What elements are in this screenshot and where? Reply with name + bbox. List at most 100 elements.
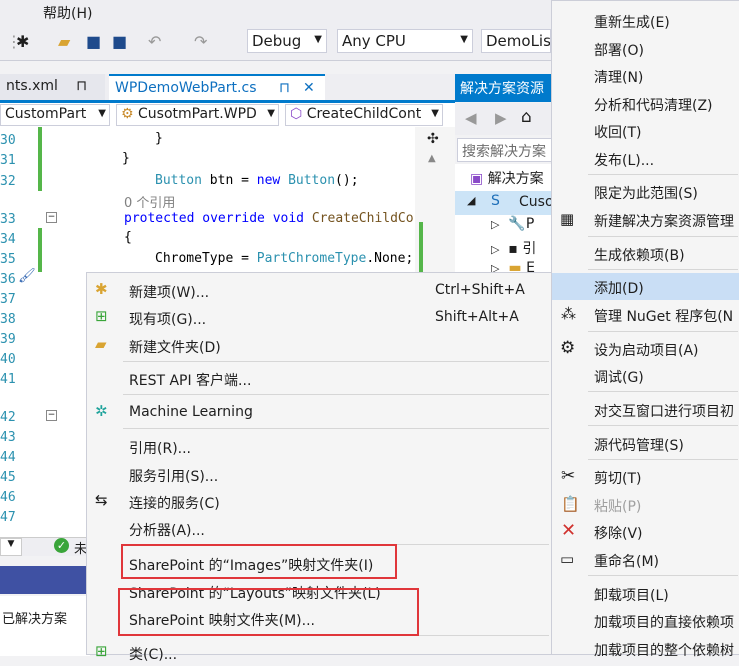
menu-item-source-control[interactable]: 源代码管理(S) bbox=[552, 430, 739, 457]
chevron-down-icon: ▼ bbox=[460, 34, 468, 45]
scroll-change-marker bbox=[419, 222, 423, 272]
menu-item-label: 移除(V) bbox=[594, 526, 643, 542]
forward-icon[interactable]: ▶ bbox=[495, 109, 507, 127]
code-token: .None; bbox=[366, 251, 414, 266]
menu-item-rebuild[interactable]: 重新生成(E) bbox=[552, 7, 739, 34]
menu-item-debug[interactable]: 调试(G) bbox=[552, 362, 739, 389]
line-number: 30 bbox=[0, 133, 16, 148]
menu-item-paste[interactable]: 📋 粘贴(P) bbox=[552, 491, 739, 518]
highlight-box-images bbox=[121, 544, 397, 579]
menu-item-unload[interactable]: 卸载项目(L) bbox=[552, 580, 739, 607]
pin-icon[interactable]: ⊓ bbox=[279, 80, 290, 96]
menu-item-label: 加载项目的整个依赖树 bbox=[594, 643, 734, 659]
menu-item-manage-nuget[interactable]: ⁂ 管理 NuGet 程序包(N bbox=[552, 301, 739, 328]
menu-item-analyze[interactable]: 分析和代码清理(Z) bbox=[552, 90, 739, 117]
chevron-down-icon: ▼ bbox=[267, 108, 275, 119]
code-token: Button bbox=[280, 173, 336, 188]
collapse-toggle[interactable]: − bbox=[46, 410, 57, 421]
home-icon[interactable]: ⌂ bbox=[521, 107, 532, 127]
menu-item-label: 源代码管理(S) bbox=[594, 438, 684, 454]
panel-header bbox=[0, 566, 90, 594]
collapse-toggle[interactable]: − bbox=[46, 212, 57, 223]
menu-item-existing-item[interactable]: ⊞ 现有项(G)... Shift+Alt+A bbox=[87, 304, 551, 331]
menu-item-cut[interactable]: ✂ 剪切(T) bbox=[552, 463, 739, 490]
close-icon[interactable]: ✕ bbox=[303, 80, 315, 96]
tab-wpdemowebpart-cs[interactable]: WPDemoWebPart.cs ⊓ ✕ bbox=[109, 74, 325, 102]
menu-item-service-reference[interactable]: 服务引用(S)... bbox=[87, 461, 551, 488]
save-icon[interactable]: ■ bbox=[86, 32, 101, 51]
menu-item-new-item[interactable]: ✱ 新建项(W)... Ctrl+Shift+A bbox=[87, 277, 551, 304]
menu-item-interactive-init[interactable]: 对交互窗口进行项目初 bbox=[552, 396, 739, 423]
code-brace: } bbox=[155, 131, 163, 146]
member-nav-value: CreateChildCont bbox=[306, 106, 422, 122]
project-nav-combo[interactable]: CustomPart ▼ bbox=[0, 104, 110, 126]
solution-icon: ▣ bbox=[470, 171, 484, 187]
undo-icon[interactable]: ↶ bbox=[148, 32, 161, 51]
platform-value: Any CPU bbox=[342, 32, 406, 50]
menu-item-label: 新建项(W)... bbox=[129, 285, 210, 301]
menu-item-set-startup[interactable]: ⚙ 设为启动项目(A) bbox=[552, 335, 739, 362]
new-project-icon[interactable]: ✱ bbox=[16, 32, 29, 51]
menu-item-label: 加载项目的直接依赖项 bbox=[594, 615, 734, 631]
pin-icon[interactable]: ⊓ bbox=[76, 78, 87, 94]
code-token: CreateChildCo bbox=[304, 211, 414, 226]
change-bar bbox=[38, 127, 42, 191]
menu-item-analyzer[interactable]: 分析器(A)... bbox=[87, 515, 551, 542]
new-folder-icon: ▰ bbox=[95, 335, 107, 353]
method-icon: ⬡ bbox=[290, 106, 303, 122]
menu-item-load-direct-deps[interactable]: 加载项目的直接依赖项 bbox=[552, 607, 739, 634]
menu-item-add[interactable]: 添加(D) bbox=[552, 273, 739, 300]
wrench-icon: 🔧 bbox=[508, 216, 526, 232]
menu-item-machine-learning[interactable]: ✲ Machine Learning bbox=[87, 399, 551, 426]
line-number: 33 bbox=[0, 212, 16, 227]
menu-separator bbox=[588, 391, 738, 392]
reference-count[interactable]: 0 个引用 bbox=[124, 192, 175, 211]
tree-item-project[interactable]: ◢ S Cuso bbox=[455, 191, 555, 215]
new-view-icon: ▦ bbox=[560, 210, 575, 228]
sharepoint-project-icon: S bbox=[491, 193, 500, 209]
scroll-up-icon[interactable]: ▲ bbox=[428, 153, 436, 164]
back-icon[interactable]: ◀ bbox=[465, 109, 477, 127]
menu-item-remove[interactable]: ✕ 移除(V) bbox=[552, 518, 739, 545]
save-all-icon[interactable]: ■ bbox=[112, 32, 127, 51]
tab-nts-xml[interactable]: nts.xml ⊓ bbox=[0, 74, 105, 102]
menu-item-reference[interactable]: 引用(R)... bbox=[87, 433, 551, 460]
line-number: 43 bbox=[0, 430, 16, 445]
zoom-combo[interactable]: ▼ bbox=[0, 538, 22, 556]
tree-item-solution[interactable]: ▣ 解决方案 bbox=[470, 168, 544, 188]
startup-project-combo[interactable]: DemoLis bbox=[481, 29, 551, 53]
menu-item-retract[interactable]: 收回(T) bbox=[552, 117, 739, 144]
solution-tree: ▣ 解决方案 ◢ S Cuso ▷ 🔧P ▷ ▪ 引 ▷ ▬ E bbox=[455, 164, 555, 276]
code-brace: } bbox=[122, 151, 130, 166]
menu-item-build-dependencies[interactable]: 生成依赖项(B) bbox=[552, 240, 739, 267]
tree-item-properties[interactable]: ▷ 🔧P bbox=[491, 216, 534, 232]
config-value: Debug bbox=[252, 32, 302, 50]
check-icon: ✓ bbox=[54, 538, 69, 553]
open-folder-icon[interactable]: ▰ bbox=[58, 32, 70, 51]
menu-item-rename[interactable]: ▭ 重命名(M) bbox=[552, 546, 739, 573]
solution-explorer-title[interactable]: 解决方案资源 bbox=[455, 74, 555, 102]
menu-item-new-folder[interactable]: ▰ 新建文件夹(D) bbox=[87, 332, 551, 359]
class-nav-combo[interactable]: ⚙ CusotmPart.WPD ▼ bbox=[116, 104, 279, 126]
menu-item-deploy[interactable]: 部署(O) bbox=[552, 35, 739, 62]
menu-item-new-solution-view[interactable]: ▦ 新建解决方案资源管理 bbox=[552, 206, 739, 233]
menu-item-clean[interactable]: 清理(N) bbox=[552, 62, 739, 89]
menu-item-connected-service[interactable]: ⇆ 连接的服务(C) bbox=[87, 488, 551, 515]
platform-combo[interactable]: Any CPU ▼ bbox=[337, 29, 473, 53]
split-icon[interactable]: ✣ bbox=[427, 131, 439, 147]
menu-item-label: 重命名(M) bbox=[594, 554, 660, 570]
redo-icon[interactable]: ↷ bbox=[194, 32, 207, 51]
member-nav-combo[interactable]: ⬡ CreateChildCont ▼ bbox=[285, 104, 443, 126]
menu-item-label: 调试(G) bbox=[594, 370, 644, 386]
menu-item-load-dep-tree[interactable]: 加载项目的整个依赖树 bbox=[552, 635, 739, 662]
line-number: 42 bbox=[0, 410, 16, 425]
menu-item-rest-api[interactable]: REST API 客户端... bbox=[87, 365, 551, 392]
menu-item-label: 部署(O) bbox=[594, 43, 644, 59]
solution-search-input[interactable]: 搜索解决方案 bbox=[457, 138, 553, 162]
menu-separator bbox=[588, 331, 738, 332]
menu-item-scope-to-this[interactable]: 限定为此范围(S) bbox=[552, 178, 739, 205]
config-combo[interactable]: Debug ▼ bbox=[247, 29, 327, 53]
menu-item-publish[interactable]: 发布(L)... bbox=[552, 145, 739, 172]
menu-help[interactable]: 帮助(H) bbox=[43, 3, 92, 23]
tree-item-references[interactable]: ▷ ▪ 引 bbox=[491, 238, 536, 258]
